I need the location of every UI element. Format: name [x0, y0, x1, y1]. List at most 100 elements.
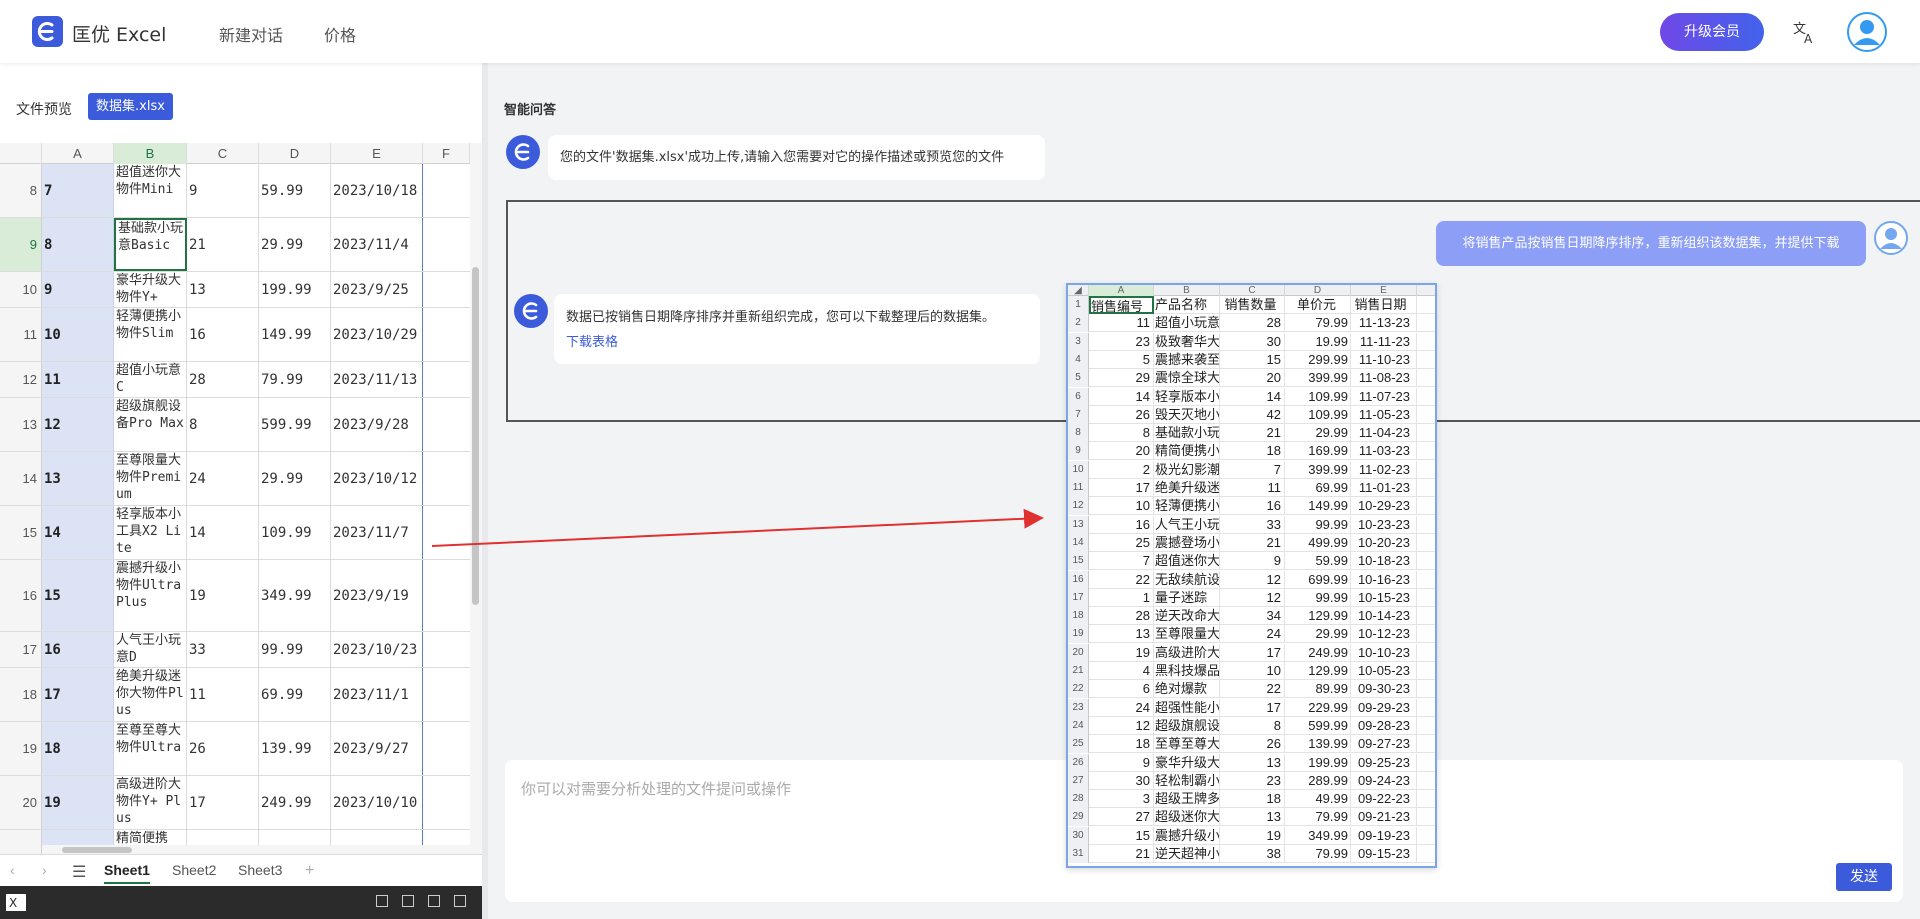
user-avatar-icon[interactable] — [1847, 12, 1887, 52]
cell-date[interactable]: 2023/9/28 — [331, 398, 423, 451]
cell-product[interactable]: 基础款小玩意Basic — [114, 218, 187, 271]
table-row[interactable]: 11 10 轻薄便携小物件Slim 16 149.99 2023/10/29 — [0, 308, 470, 362]
spreadsheet-grid[interactable]: A B C D E F 8 7 超值迷你大物件Mini 9 59.99 2023/10/1… — [0, 143, 470, 854]
cell-id[interactable]: 18 — [42, 722, 114, 775]
cell-date[interactable]: 2023/10/29 — [331, 308, 423, 361]
send-button[interactable]: 发送 — [1836, 863, 1892, 891]
table-row[interactable]: 8 7 超值迷你大物件Mini 9 59.99 2023/10/18 — [0, 164, 470, 218]
fullscreen-icon[interactable] — [454, 895, 466, 907]
result-spreadsheet-preview[interactable]: ◢ A B C D E 1 销售编号 产品名称 销售数量 单价元 销售日期 2 11 超值小玩意… — [1066, 283, 1437, 868]
prev-sheet-icon[interactable]: ‹ — [10, 862, 15, 878]
add-sheet-icon[interactable]: + — [305, 862, 314, 880]
table-row[interactable]: 20 19 高级进阶大物件Y+ Plus 17 249.99 2023/10/10 — [0, 776, 470, 830]
cell-product[interactable]: 至尊至尊大物件Ultra — [114, 722, 187, 775]
row-number[interactable]: 17 — [0, 632, 42, 667]
cell-date[interactable]: 2023/11/1 — [331, 668, 423, 721]
cell-date[interactable]: 2023/11/4 — [331, 218, 423, 271]
cell-product[interactable]: 轻享版本小工具X2 Lite — [114, 506, 187, 559]
table-row[interactable]: 15 14 轻享版本小工具X2 Lite 14 109.99 2023/11/7 — [0, 506, 470, 560]
cell-date[interactable]: 2023/10/10 — [331, 776, 423, 829]
row-number[interactable]: 20 — [0, 776, 42, 829]
cell-id[interactable]: 14 — [42, 506, 114, 559]
cell-id[interactable]: 13 — [42, 452, 114, 505]
table-row[interactable]: 14 13 至尊限量大物件Premium 24 29.99 2023/10/12 — [0, 452, 470, 506]
scroll-thumb[interactable] — [62, 847, 132, 853]
cell-quantity[interactable]: 8 — [187, 398, 259, 451]
cell-product[interactable]: 豪华升级大物件Y+ — [114, 272, 187, 307]
cell-quantity[interactable]: 33 — [187, 632, 259, 667]
cell-id[interactable]: 17 — [42, 668, 114, 721]
row-number[interactable]: 8 — [0, 164, 42, 217]
cell-price[interactable]: 99.99 — [259, 632, 331, 667]
file-tag[interactable]: 数据集.xlsx — [88, 93, 173, 120]
tab-sheet2[interactable]: Sheet2 — [172, 862, 216, 878]
cell-date[interactable]: 2023/10/23 — [331, 632, 423, 667]
cell-quantity[interactable]: 16 — [187, 308, 259, 361]
column-header[interactable]: B — [114, 143, 187, 164]
layout-icon[interactable] — [402, 895, 414, 907]
cell-product[interactable]: 人气王小玩意D — [114, 632, 187, 667]
page-icon[interactable] — [428, 895, 440, 907]
cell-id[interactable]: 8 — [42, 218, 114, 271]
cell-quantity[interactable]: 19 — [187, 560, 259, 631]
row-number[interactable]: 14 — [0, 452, 42, 505]
cell-price[interactable]: 199.99 — [259, 272, 331, 307]
cell-date[interactable]: 2023/10/12 — [331, 452, 423, 505]
table-row[interactable]: 13 12 超级旗舰设备Pro Max 8 599.99 2023/9/28 — [0, 398, 470, 452]
panel-divider[interactable] — [482, 63, 488, 919]
column-header[interactable]: F — [423, 143, 470, 164]
cell-date[interactable]: 2023/10/18 — [331, 164, 423, 217]
column-header[interactable]: D — [259, 143, 331, 164]
cell-quantity[interactable]: 21 — [187, 218, 259, 271]
row-number[interactable]: 9 — [0, 218, 42, 271]
cell-date[interactable]: 2023/9/25 — [331, 272, 423, 307]
tab-sheet1[interactable]: Sheet1 — [104, 862, 150, 884]
column-header[interactable]: E — [331, 143, 423, 164]
cell-price[interactable]: 29.99 — [259, 452, 331, 505]
cell-id[interactable]: 10 — [42, 308, 114, 361]
row-number[interactable]: 19 — [0, 722, 42, 775]
nav-new-chat[interactable]: 新建对话 — [219, 22, 283, 46]
table-row[interactable]: 16 15 震撼升级小物件Ultra Plus 19 349.99 2023/9/19 — [0, 560, 470, 632]
cell-id[interactable]: 11 — [42, 362, 114, 397]
cell-product[interactable]: 轻薄便携小物件Slim — [114, 308, 187, 361]
translate-icon[interactable]: 文A — [1792, 19, 1818, 46]
row-number[interactable]: 16 — [0, 560, 42, 631]
cell-id[interactable]: 9 — [42, 272, 114, 307]
tab-sheet3[interactable]: Sheet3 — [238, 862, 282, 878]
table-row[interactable]: 18 17 绝美升级迷你大物件Plus 11 69.99 2023/11/1 — [0, 668, 470, 722]
select-all-corner[interactable] — [0, 143, 42, 164]
cell-product[interactable]: 绝美升级迷你大物件Plus — [114, 668, 187, 721]
cell-price[interactable]: 599.99 — [259, 398, 331, 451]
logo-icon[interactable] — [32, 16, 63, 47]
column-header[interactable]: C — [187, 143, 259, 164]
nav-pricing[interactable]: 价格 — [324, 22, 356, 46]
row-number[interactable]: 18 — [0, 668, 42, 721]
cell-product[interactable]: 震撼升级小物件Ultra Plus — [114, 560, 187, 631]
upgrade-button[interactable]: 升级会员 — [1660, 13, 1764, 51]
cell-product[interactable]: 超级旗舰设备Pro Max — [114, 398, 187, 451]
cell-price[interactable]: 139.99 — [259, 722, 331, 775]
cell-quantity[interactable]: 14 — [187, 506, 259, 559]
row-number[interactable]: 10 — [0, 272, 42, 307]
cell-quantity[interactable]: 13 — [187, 272, 259, 307]
cell-id[interactable]: 15 — [42, 560, 114, 631]
table-row[interactable]: 19 18 至尊至尊大物件Ultra 26 139.99 2023/9/27 — [0, 722, 470, 776]
row-number[interactable]: 11 — [0, 308, 42, 361]
table-row[interactable]: 10 9 豪华升级大物件Y+ 13 199.99 2023/9/25 — [0, 272, 470, 308]
row-number[interactable] — [0, 830, 42, 854]
cell-price[interactable]: 109.99 — [259, 506, 331, 559]
download-link[interactable]: 下载表格 — [566, 331, 1028, 350]
cell-product[interactable]: 超值迷你大物件Mini — [114, 164, 187, 217]
cell-quantity[interactable]: 17 — [187, 776, 259, 829]
column-header[interactable]: A — [42, 143, 114, 164]
table-row[interactable]: 9 8 基础款小玩意Basic 21 29.99 2023/11/4 — [0, 218, 470, 272]
row-number[interactable]: 12 — [0, 362, 42, 397]
cell-price[interactable]: 69.99 — [259, 668, 331, 721]
vertical-scrollbar[interactable] — [470, 143, 482, 854]
cell-date[interactable]: 2023/9/19 — [331, 560, 423, 631]
table-row[interactable]: 17 16 人气王小玩意D 33 99.99 2023/10/23 — [0, 632, 470, 668]
view-icon[interactable] — [376, 895, 388, 907]
cell-price[interactable]: 249.99 — [259, 776, 331, 829]
next-sheet-icon[interactable]: › — [42, 862, 47, 878]
